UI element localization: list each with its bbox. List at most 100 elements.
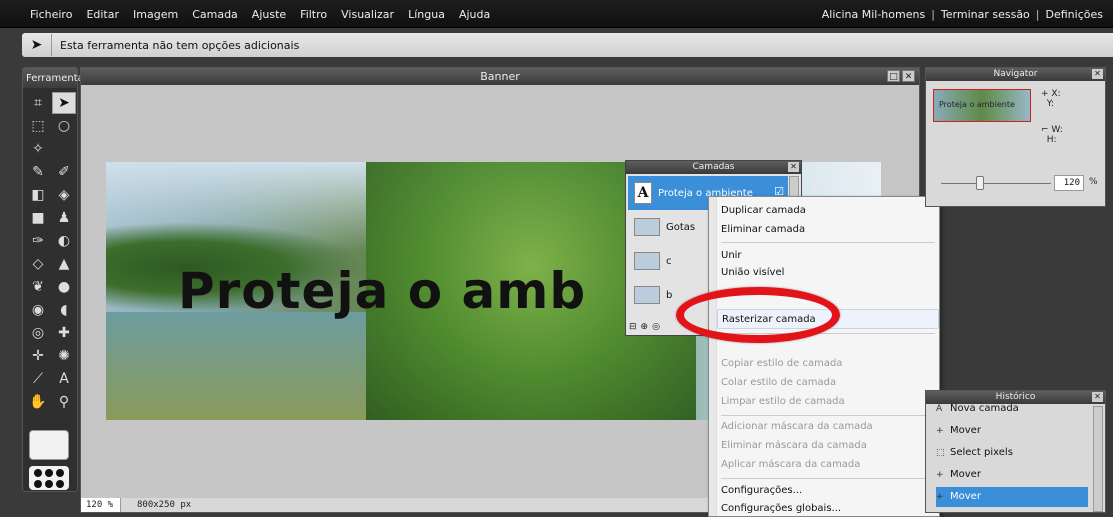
settings-link[interactable]: Definições bbox=[1046, 8, 1103, 21]
zoom-slider-track[interactable] bbox=[941, 183, 1051, 184]
menu-separator bbox=[721, 242, 935, 243]
canvas-size: 800x250 px bbox=[137, 500, 192, 510]
close-icon[interactable]: ✕ bbox=[788, 162, 799, 172]
maximize-icon[interactable]: □ bbox=[887, 70, 900, 82]
marquee-icon[interactable]: ⬚ bbox=[26, 115, 50, 137]
menu-filtro[interactable]: Filtro bbox=[300, 8, 327, 21]
layer-settings-icon[interactable]: ⊟ bbox=[629, 322, 637, 332]
layer-name: Gotas bbox=[666, 221, 696, 233]
menu-item-apply-mask[interactable]: Aplicar máscara da camada bbox=[721, 455, 937, 475]
menu-item-delete-layer[interactable]: Eliminar camada bbox=[721, 220, 937, 240]
bloat-icon[interactable]: ✛ bbox=[26, 345, 50, 367]
history-item[interactable]: A Nova camada bbox=[936, 399, 1088, 419]
layer-name: b bbox=[666, 289, 673, 301]
magic-wand-icon[interactable]: ✧ bbox=[26, 138, 50, 160]
layer-context-menu: Duplicar camada Eliminar camada Unir Uni… bbox=[708, 196, 940, 517]
color-picker-icon[interactable]: ⟋ bbox=[26, 368, 50, 390]
zoom-input[interactable]: 120 bbox=[1054, 175, 1084, 191]
menu-ajuste[interactable]: Ajuste bbox=[252, 8, 286, 21]
menu-item-global-settings[interactable]: Configurações globais... bbox=[721, 499, 937, 517]
move-icon: + bbox=[936, 492, 944, 502]
pinch-icon[interactable]: ✺ bbox=[52, 345, 76, 367]
document-title: Banner bbox=[480, 70, 520, 83]
add-layer-icon[interactable]: ⊕ bbox=[641, 322, 649, 332]
zoom-row: 120 % bbox=[931, 175, 1101, 191]
menu-item-clear-style[interactable]: Limpar estilo de camada bbox=[721, 392, 937, 412]
color-replace-icon[interactable]: ✑ bbox=[26, 230, 50, 252]
separator: | bbox=[1035, 7, 1040, 21]
size-readout: ⌐ W: H: bbox=[1041, 125, 1063, 145]
burn-icon[interactable]: ◖ bbox=[52, 299, 76, 321]
navigator-thumbnail[interactable]: Proteja o ambiente bbox=[933, 89, 1031, 122]
menu-camada[interactable]: Camada bbox=[192, 8, 238, 21]
brush-icon[interactable]: ✐ bbox=[52, 161, 76, 183]
move-icon: + bbox=[936, 426, 944, 436]
user-name-link[interactable]: Alicina Mil-homens bbox=[822, 8, 925, 21]
smudge-icon[interactable]: ❦ bbox=[26, 276, 50, 298]
history-item-label: Nova camada bbox=[950, 403, 1019, 414]
separator: | bbox=[931, 7, 935, 21]
layers-title-bar[interactable]: Camadas ✕ bbox=[626, 161, 801, 174]
size-icon: ⌐ bbox=[1041, 125, 1049, 135]
menu-item-duplicate-layer[interactable]: Duplicar camada bbox=[721, 201, 937, 221]
history-item[interactable]: ⬚ Select pixels bbox=[936, 443, 1088, 463]
history-scrollbar[interactable] bbox=[1093, 406, 1103, 512]
h-label: H: bbox=[1046, 135, 1057, 145]
menu-item-settings[interactable]: Configurações... bbox=[721, 481, 937, 501]
menu-editar[interactable]: Editar bbox=[86, 8, 119, 21]
sharpen-icon[interactable]: ▲ bbox=[52, 253, 76, 275]
color-swatch[interactable] bbox=[29, 430, 69, 460]
w-label: W: bbox=[1051, 125, 1063, 135]
red-eye-icon[interactable]: ◎ bbox=[26, 322, 50, 344]
menu-imagem[interactable]: Imagem bbox=[133, 8, 178, 21]
hand-icon[interactable]: ✋ bbox=[26, 391, 50, 413]
move-icon: + bbox=[936, 470, 944, 480]
zoom-field[interactable]: 120 % bbox=[81, 498, 121, 512]
zoom-slider-handle[interactable] bbox=[976, 176, 984, 190]
type-icon: A bbox=[936, 404, 943, 414]
pencil-icon[interactable]: ✎ bbox=[26, 161, 50, 183]
menu-item-merge-visible[interactable]: União visível bbox=[721, 263, 937, 283]
menu-item-add-mask[interactable]: Adicionar máscara da camada bbox=[721, 417, 937, 437]
close-icon[interactable]: ✕ bbox=[1092, 69, 1103, 79]
menu-item-paste-style[interactable]: Colar estilo de camada bbox=[721, 373, 937, 393]
menu-strip bbox=[709, 197, 717, 516]
bucket-icon[interactable]: ◈ bbox=[52, 184, 76, 206]
navigator-thumb-text: Proteja o ambiente bbox=[939, 100, 1015, 109]
sponge-icon[interactable]: ● bbox=[52, 276, 76, 298]
menu-lingua[interactable]: Língua bbox=[408, 8, 445, 21]
dodge-icon[interactable]: ◉ bbox=[26, 299, 50, 321]
navigator-title-bar[interactable]: Navigator ✕ bbox=[926, 68, 1105, 81]
eraser-icon[interactable]: ◧ bbox=[26, 184, 50, 206]
menu-item-copy-style[interactable]: Copiar estilo de camada bbox=[721, 354, 937, 374]
logout-link[interactable]: Terminar sessão bbox=[941, 8, 1030, 21]
history-item[interactable]: + Mover bbox=[936, 487, 1088, 507]
move-icon[interactable]: ➤ bbox=[52, 92, 76, 114]
tool-slot bbox=[52, 138, 76, 160]
menu-ajuda[interactable]: Ajuda bbox=[459, 8, 490, 21]
stamp-icon[interactable]: ♟ bbox=[52, 207, 76, 229]
lasso-icon[interactable]: ○ bbox=[52, 115, 76, 137]
menu-visualizar[interactable]: Visualizar bbox=[341, 8, 394, 21]
blur-icon[interactable]: ◇ bbox=[26, 253, 50, 275]
mask-icon[interactable]: ◎ bbox=[652, 322, 660, 332]
history-item[interactable]: + Mover bbox=[936, 421, 1088, 441]
layer-thumbnail bbox=[634, 286, 660, 304]
gradient-icon[interactable]: ■ bbox=[26, 207, 50, 229]
spot-heal-icon[interactable]: ✚ bbox=[52, 322, 76, 344]
close-icon[interactable]: ✕ bbox=[902, 70, 915, 82]
history-item[interactable]: + Mover bbox=[936, 465, 1088, 485]
drawing-icon[interactable]: ◐ bbox=[52, 230, 76, 252]
history-item-label: Mover bbox=[950, 469, 981, 480]
menu-ficheiro[interactable]: Ficheiro bbox=[30, 8, 72, 21]
menu-item-rasterize-layer[interactable]: Rasterizar camada bbox=[717, 309, 939, 329]
menu-item-delete-mask[interactable]: Eliminar máscara da camada bbox=[721, 436, 937, 456]
document-title-bar[interactable]: Banner □ ✕ bbox=[81, 68, 919, 85]
type-icon[interactable]: A bbox=[52, 368, 76, 390]
more-tools-icon[interactable] bbox=[29, 466, 69, 490]
close-icon[interactable]: ✕ bbox=[1092, 392, 1103, 402]
crop-icon[interactable]: ⌗ bbox=[26, 92, 50, 114]
layer-thumbnail bbox=[634, 218, 660, 236]
zoom-icon[interactable]: ⚲ bbox=[52, 391, 76, 413]
menu-separator bbox=[721, 415, 935, 416]
